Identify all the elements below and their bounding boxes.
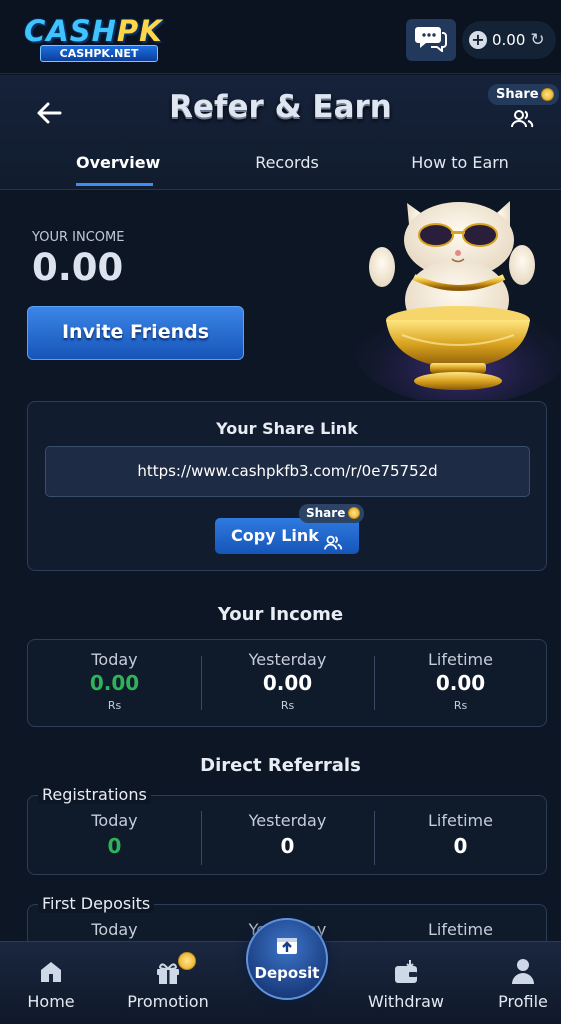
active-tab-indicator [76, 183, 153, 186]
nav-withdraw-label: Withdraw [368, 992, 444, 1011]
nav-home[interactable]: Home [22, 956, 80, 1011]
direct-referrals-title: Direct Referrals [200, 755, 361, 776]
people-icon [510, 109, 534, 133]
stat-unit: Rs [107, 699, 122, 712]
first-deposits-lifetime: Lifetime [374, 920, 547, 939]
nav-promotion[interactable]: Promotion [124, 952, 212, 1011]
top-bar: CASHPK CASHPK.NET + 0.00 ↻ [0, 0, 561, 74]
deposit-label: Deposit [254, 964, 320, 982]
stat-value: 0.00 [89, 671, 140, 695]
first-deposits-today: Today [28, 920, 201, 939]
wallet-icon [366, 956, 446, 984]
income-today: Today 0.00 Rs [28, 650, 201, 712]
nav-promotion-label: Promotion [127, 992, 209, 1011]
your-income-title: Your Income [217, 604, 344, 625]
tab-records[interactable]: Records [248, 153, 326, 172]
stat-value: 0 [453, 834, 468, 858]
income-value: 0.00 [32, 246, 124, 289]
copy-link-label: Copy Link [231, 526, 319, 545]
chat-bubbles-icon [415, 24, 447, 56]
chat-button[interactable] [406, 19, 456, 61]
header-share-button[interactable]: Share [488, 84, 559, 133]
stat-unit: Rs [453, 699, 468, 712]
share-link-title: Your Share Link [216, 419, 358, 438]
page-header: Refer & Earn Share Overview Records How … [0, 75, 561, 190]
first-deposits-legend: First Deposits [38, 894, 155, 913]
people-icon [323, 528, 343, 564]
logo-pk-text: PK [116, 14, 163, 48]
tab-how-to-earn[interactable]: How to Earn [410, 153, 510, 172]
share-link-field[interactable]: https://www.cashpkfb3.com/r/0e75752d [45, 446, 530, 497]
gift-icon [124, 952, 212, 984]
balance-display: + 0.00 ↻ [462, 21, 556, 59]
stat-label: Today [91, 650, 138, 669]
copy-link-button[interactable]: Copy Link [215, 518, 359, 554]
share-badge: Share [488, 84, 559, 105]
coin-icon [178, 952, 196, 970]
logo-wordmark: CASHPK [24, 14, 163, 48]
stat-unit: Rs [280, 699, 295, 712]
home-icon [22, 956, 80, 984]
stat-label: Today [91, 920, 138, 939]
registrations-lifetime: Lifetime 0 [374, 811, 547, 858]
deposit-button[interactable]: Deposit [246, 918, 328, 1000]
stat-label: Lifetime [428, 920, 493, 939]
share-link-card: Your Share Link https://www.cashpkfb3.co… [27, 401, 547, 571]
nav-withdraw[interactable]: Withdraw [366, 956, 446, 1011]
stat-value: 0.00 [435, 671, 486, 695]
copy-share-badge: Share [299, 504, 365, 523]
income-yesterday: Yesterday 0.00 Rs [201, 650, 374, 712]
logo-domain-badge: CASHPK.NET [40, 45, 158, 62]
tab-bar: Overview Records How to Earn [0, 139, 561, 189]
invite-friends-button[interactable]: Invite Friends [27, 306, 244, 360]
coin-icon [540, 88, 554, 101]
page-title: Refer & Earn [169, 89, 392, 125]
registrations-legend: Registrations [38, 785, 151, 804]
add-funds-icon[interactable]: + [469, 31, 487, 49]
stat-value: 0.00 [262, 671, 313, 695]
coin-icon [348, 507, 361, 519]
cashpk-logo[interactable]: CASHPK CASHPK.NET [24, 14, 179, 64]
stat-value: 0 [280, 834, 295, 858]
lucky-cat-illustration [352, 195, 561, 405]
registrations-yesterday: Yesterday 0 [201, 811, 374, 858]
nav-profile[interactable]: Profile [494, 956, 552, 1011]
stat-label: Lifetime [428, 650, 493, 669]
registrations-today: Today 0 [28, 811, 201, 858]
refresh-icon[interactable]: ↻ [530, 30, 544, 50]
income-label: YOUR INCOME [32, 230, 125, 245]
stat-label: Today [91, 811, 138, 830]
your-income-card: Today 0.00 Rs Yesterday 0.00 Rs Lifetime… [27, 639, 547, 727]
nav-home-label: Home [27, 992, 75, 1011]
registrations-card: Registrations Today 0 Yesterday 0 Lifeti… [27, 785, 547, 875]
income-lifetime: Lifetime 0.00 Rs [374, 650, 547, 712]
deposit-icon [248, 936, 326, 962]
logo-cash-text: CASH [24, 14, 117, 48]
balance-value: 0.00 [492, 31, 526, 49]
share-badge-label: Share [496, 87, 539, 102]
stat-label: Lifetime [428, 811, 493, 830]
share-badge-label: Share [306, 506, 346, 520]
stat-value: 0 [107, 834, 122, 858]
stat-label: Yesterday [248, 650, 327, 669]
user-icon [494, 956, 552, 984]
stat-label: Yesterday [248, 811, 327, 830]
tab-overview[interactable]: Overview [76, 153, 160, 172]
nav-profile-label: Profile [498, 992, 548, 1011]
